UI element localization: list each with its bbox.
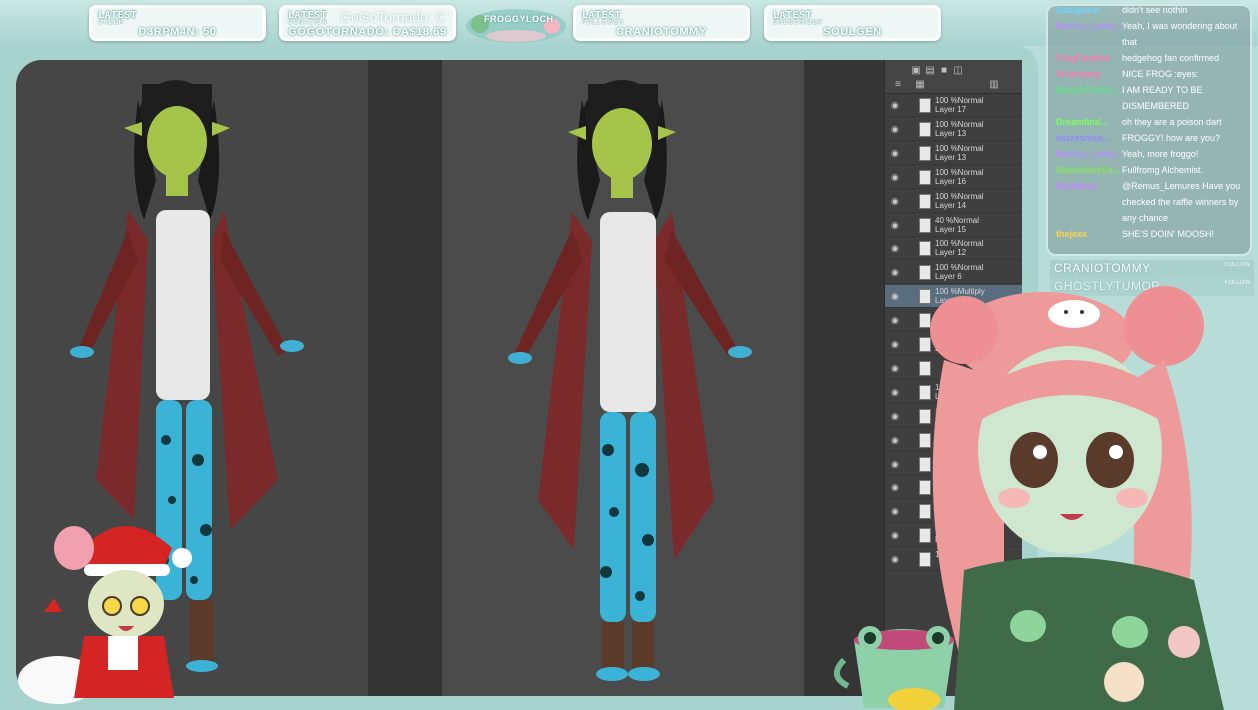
menu-icon[interactable]: ≡ [893,80,903,90]
chibi-santa-avatar [18,526,192,704]
chat-text: didn't see nothin [1122,5,1188,15]
layer-blend-mode: 100 %Normal [935,191,984,201]
chat-username: Maddikus [1056,181,1098,191]
chat-text: hedgehog fan confirmed [1122,53,1220,63]
character-artwork-right [508,80,752,681]
chat-username: Datagnast [1056,5,1100,15]
chat-username: Remus_Lemu... [1056,21,1122,31]
chat-text: NICE FROG :eyes: [1122,69,1199,79]
eye-icon[interactable]: ◉ [891,100,901,110]
recent-follower-tag: FOLLOW [1224,262,1250,268]
layer-name: Layer 13 [935,152,967,162]
layer-row[interactable]: ◉ 100 %Normal Layer 13 [885,118,1022,141]
layer-thumbnail [919,121,931,137]
merge-icon[interactable]: ▦ [915,80,925,90]
clip-icon[interactable]: ◫ [953,66,963,76]
new-layer-icon[interactable]: ▣ [911,66,921,76]
chat-username: MooshTheKo... [1056,85,1121,95]
eye-icon[interactable]: ◉ [891,220,901,230]
latest-cheer-value: D3RPM4N: 50 [138,26,217,38]
chat-username: FrogFixation [1056,53,1111,63]
canvas-pane-right[interactable] [442,60,804,696]
lock-icon[interactable]: ■ [939,66,949,76]
layer-thumbnail [919,217,931,233]
latest-donation-box: LATEST DONATION GoGoTornado: C GOGOTORNA… [279,5,456,41]
layer-row[interactable]: ◉ 100 %Normal Layer 16 [885,166,1022,189]
layer-name: Layer 17 [935,105,967,114]
latest-subscriber-box: LATEST SUBSCRIBER SOULGEN [764,5,941,41]
layer-name: Layer 16 [935,176,967,186]
layer-blend-mode: 40 %Normal [935,215,980,225]
delete-icon[interactable]: ▥ [989,80,999,90]
latest-follower-value: CRANIOTOMMY [616,26,707,38]
latest-follower-box: LATEST FOLLOWER CRANIOTOMMY [573,5,750,41]
layer-thumbnail [919,241,931,257]
logo-text: FROGGYLOCH [484,14,554,24]
layer-blend-mode: 100 %Normal [935,96,984,105]
eye-icon[interactable]: ◉ [891,172,901,182]
chat-username: AbsolutelyEx... [1056,165,1121,175]
chat-text: FROGGY! how are you? [1122,133,1221,143]
layer-blend-mode: 100 %Normal [935,143,984,153]
layer-row[interactable]: ◉ 100 %Normal Layer 17 [885,94,1022,117]
eye-icon[interactable]: ◉ [891,124,901,134]
chat-panel: Datagnast didn't see nothin Remus_Lemu... Y… [1046,4,1252,256]
layer-blend-mode: 100 %Normal [935,167,984,177]
layer-thumbnail [919,193,931,209]
eye-icon[interactable]: ◉ [891,243,901,253]
layer-row[interactable]: ◉ 40 %Normal Layer 15 [885,214,1022,237]
chat-text: Yeah, more froggo! [1122,149,1199,159]
chat-username: thejexx [1056,229,1088,239]
latest-subscriber-value: SOULGEN [823,26,882,38]
chat-text: I AM READY TO BE DISMEMBERED [1122,85,1203,111]
frog-teacup [834,626,954,710]
latest-cheer-box: LATEST CHEER D3RPM4N: 50 [89,5,266,41]
eye-icon[interactable]: ◉ [891,148,901,158]
donation-scroll-text: GoGoTornado: C [340,9,446,25]
layer-row[interactable]: ◉ 100 %Normal Layer 12 [885,237,1022,261]
chat-username: Dreamfind... [1056,117,1109,127]
layers-toolbar: ▣ ▤ ■ ◫ ≡ ▦ ▥ [885,60,1022,94]
layer-name: Layer 12 [935,248,967,258]
froggyloch-logo: FROGGYLOCH [462,2,570,46]
chat-text: SHE'S DOIN' MOOSH! [1122,229,1214,239]
chat-text: Yeah, I was wondering about that [1122,21,1238,47]
chat-text: @Remus_Lemures Have you checked the raff… [1122,181,1241,223]
layer-thumbnail [919,145,931,161]
layer-thumbnail [919,169,931,185]
chat-text: Fullfromg Alchemist. [1122,165,1204,175]
layer-thumbnail [919,98,931,113]
folder-icon[interactable]: ▤ [925,66,935,76]
chat-text: oh they are a poison dart [1122,117,1222,127]
layer-blend-mode: 100 %Normal [935,239,984,249]
latest-donation-value: GOGOTORNADO: CA$18.69 [288,26,447,38]
chat-username: Vivimanny [1056,69,1101,79]
layer-blend-mode: 100 %Normal [935,119,984,129]
layer-name: Layer 14 [935,200,967,210]
canvas-divider [368,60,442,696]
layer-row[interactable]: ◉ 100 %Normal Layer 13 [885,142,1022,165]
chat-username: Remus_Lemu... [1056,149,1122,159]
layer-name: Layer 13 [935,128,967,138]
layer-row[interactable]: ◉ 100 %Normal Layer 14 [885,190,1022,213]
chat-username: kurzesmea... [1056,133,1111,143]
layer-name: Layer 15 [935,224,967,234]
eye-icon[interactable]: ◉ [891,196,901,206]
